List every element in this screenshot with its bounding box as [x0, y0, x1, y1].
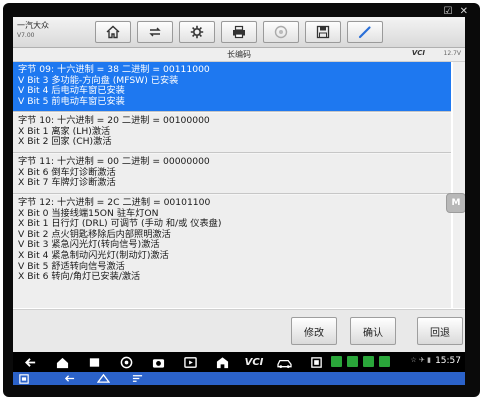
- vci-indicator: VCI: [411, 49, 425, 57]
- notification-app-icon[interactable]: [347, 356, 358, 367]
- back-button[interactable]: 回退: [417, 317, 463, 345]
- camera-button[interactable]: [151, 355, 165, 369]
- row-line: V Bit 5 前电动车窗已安装: [18, 95, 125, 107]
- action-bar: 修改 确认 回退: [13, 309, 465, 352]
- maxisys-home-button[interactable]: [215, 355, 229, 369]
- row-line: 字节 09: 十六进制 = 38 二进制 = 00111000: [18, 64, 210, 75]
- row-line: 字节 11: 十六进制 = 00 二进制 = 00000000: [18, 156, 210, 167]
- row-line: X Bit 7 车牌灯诊断激活: [18, 177, 116, 189]
- browser-button[interactable]: [119, 355, 133, 369]
- modify-button[interactable]: 修改: [291, 317, 337, 345]
- byte-row-09[interactable]: 字节 09: 十六进制 = 38 二进制 = 00111000 V Bit 3 …: [13, 62, 451, 112]
- window-icon: [19, 373, 29, 384]
- row-line: X Bit 4 紧急制动闪光灯(制动灯)激活: [18, 249, 169, 261]
- top-toolbar: 一汽大众 V7.00: [13, 17, 465, 48]
- media-button[interactable]: [183, 355, 197, 369]
- print-button[interactable]: [221, 21, 257, 43]
- brand-name: 一汽大众: [17, 21, 49, 30]
- screenshot-icon: [310, 356, 322, 368]
- window-corner-controls[interactable]: ☑ ✕: [443, 6, 470, 17]
- status-strip: 长编码 VCI 12.7V: [13, 48, 465, 62]
- vehicle-swap-icon: [149, 27, 161, 37]
- page-title: 长编码: [227, 50, 251, 59]
- notification-app-icon[interactable]: [363, 356, 374, 367]
- notification-app-icon[interactable]: [379, 356, 390, 367]
- brand-version: V7.00: [17, 32, 35, 39]
- floating-menu-handle[interactable]: M: [446, 193, 465, 213]
- return-arrow-icon: [64, 375, 75, 382]
- media-player-icon: [183, 356, 197, 368]
- app-screen: 一汽大众 V7.00 长编码 VCI 12.7V 字节 09: 十六进制 = 3…: [13, 17, 465, 385]
- vehicle-swap-button[interactable]: [137, 21, 173, 43]
- brand-label: 一汽大众 V7.00: [17, 21, 81, 41]
- recent-apps-icon: [89, 357, 99, 367]
- list-scrollbar[interactable]: [453, 62, 465, 308]
- browser-icon: [120, 356, 132, 368]
- back-arrow-icon: [24, 357, 35, 367]
- system-soft-bar: [13, 372, 465, 385]
- help-icon: [274, 25, 288, 39]
- printer-icon: [233, 25, 245, 39]
- nav-home-button[interactable]: [55, 355, 69, 369]
- car-icon: [276, 359, 292, 368]
- signal-status-icons: ☆ ✈ ▮: [410, 356, 431, 364]
- row-line: 字节 10: 十六进制 = 20 二进制 = 00100000: [18, 115, 210, 126]
- window-mode-button[interactable]: [19, 373, 29, 384]
- soft-back-button[interactable]: [63, 373, 76, 384]
- home-button[interactable]: [95, 21, 131, 43]
- garage-home-icon: [216, 356, 228, 368]
- notification-app-icon[interactable]: [331, 356, 342, 367]
- row-line: X Bit 6 转向/角灯已安装/激活: [18, 271, 141, 283]
- soft-home-button[interactable]: [97, 373, 110, 384]
- battery-voltage: 12.7V: [443, 50, 461, 57]
- vci-shortcut[interactable]: VCI: [241, 355, 267, 369]
- save-button[interactable]: [305, 21, 341, 43]
- system-clock: 15:57: [435, 356, 461, 366]
- android-nav-bar: VCI ☆ ✈ ▮ 15:57: [13, 352, 465, 372]
- vehicle-shortcut[interactable]: [275, 355, 293, 369]
- byte-row-11[interactable]: 字节 11: 十六进制 = 00 二进制 = 00000000 X Bit 6 …: [13, 154, 451, 194]
- home-icon: [56, 357, 68, 368]
- tablet-device: ☑ ✕ 一汽大众 V7.00 长编码 VCI 12.7V 字节 09: 十六进制…: [3, 3, 480, 397]
- soft-menu-button[interactable]: [131, 373, 144, 384]
- edit-pen-icon: [358, 26, 371, 39]
- row-line: X Bit 2 回家 (CH)激活: [18, 136, 112, 148]
- home-icon: [106, 25, 120, 39]
- settings-gear-icon: [190, 25, 204, 39]
- nav-recent-button[interactable]: [87, 355, 101, 369]
- coding-byte-list: 字节 09: 十六进制 = 38 二进制 = 00111000 V Bit 3 …: [13, 62, 451, 308]
- byte-row-10[interactable]: 字节 10: 十六进制 = 20 二进制 = 00100000 X Bit 1 …: [13, 113, 451, 153]
- edit-button[interactable]: [347, 21, 383, 43]
- home-outline-icon: [97, 373, 110, 383]
- screenshot-button[interactable]: [309, 355, 323, 369]
- row-line: 字节 12: 十六进制 = 2C 二进制 = 00101100: [18, 197, 211, 208]
- save-icon: [316, 25, 330, 39]
- help-button[interactable]: [263, 21, 299, 43]
- settings-button[interactable]: [179, 21, 215, 43]
- byte-row-12[interactable]: 字节 12: 十六进制 = 2C 二进制 = 00101100 X Bit 0 …: [13, 195, 451, 308]
- nav-back-button[interactable]: [23, 355, 37, 369]
- camera-icon: [152, 358, 164, 368]
- menu-lines-icon: [132, 375, 143, 382]
- confirm-button[interactable]: 确认: [350, 317, 396, 345]
